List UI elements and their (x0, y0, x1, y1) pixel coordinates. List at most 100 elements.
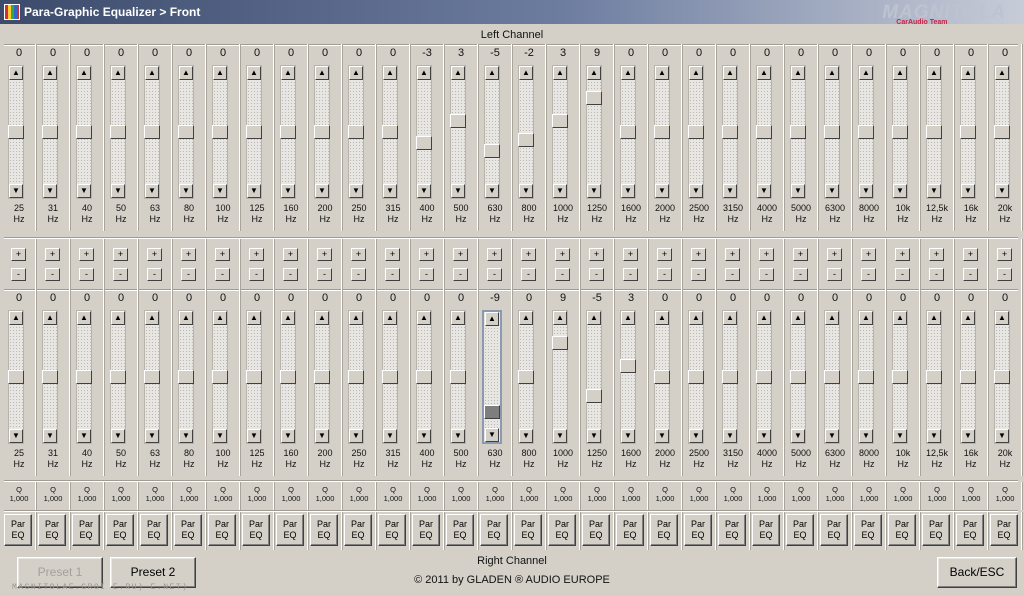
slider-up-arrow-icon[interactable]: ▲ (825, 311, 839, 325)
slider-down-arrow-icon[interactable]: ▼ (485, 184, 499, 198)
slider-up-arrow-icon[interactable]: ▲ (111, 311, 125, 325)
slider-up-arrow-icon[interactable]: ▲ (723, 311, 737, 325)
gain-slider[interactable]: ▲ ▼ (246, 65, 262, 199)
slider-up-arrow-icon[interactable]: ▲ (281, 311, 295, 325)
slider-thumb[interactable] (552, 113, 568, 128)
slider-down-arrow-icon[interactable]: ▼ (145, 429, 159, 443)
slider-down-arrow-icon[interactable]: ▼ (757, 429, 771, 443)
slider-thumb[interactable] (994, 370, 1010, 384)
gain-slider[interactable]: ▲ ▼ (178, 310, 194, 444)
slider-down-arrow-icon[interactable]: ▼ (587, 429, 601, 443)
gain-slider[interactable]: ▲ ▼ (552, 65, 568, 199)
slider-down-arrow-icon[interactable]: ▼ (281, 429, 295, 443)
slider-thumb[interactable] (450, 370, 466, 384)
plus-button[interactable]: + (963, 248, 978, 261)
gain-slider[interactable]: ▲ ▼ (8, 65, 24, 199)
plus-button[interactable]: + (113, 248, 128, 261)
slider-down-arrow-icon[interactable]: ▼ (791, 184, 805, 198)
plus-button[interactable]: + (691, 248, 706, 261)
gain-slider[interactable]: ▲ ▼ (994, 65, 1010, 199)
plus-button[interactable]: + (283, 248, 298, 261)
slider-thumb[interactable] (8, 370, 24, 384)
minus-button[interactable]: - (147, 268, 162, 281)
slider-down-arrow-icon[interactable]: ▼ (927, 429, 941, 443)
par-eq-button[interactable]: Par EQ (276, 514, 304, 546)
gain-slider[interactable]: ▲ ▼ (212, 65, 228, 199)
minus-button[interactable]: - (181, 268, 196, 281)
slider-up-arrow-icon[interactable]: ▲ (927, 66, 941, 80)
minus-button[interactable]: - (827, 268, 842, 281)
slider-thumb[interactable] (110, 125, 126, 139)
par-eq-button[interactable]: Par EQ (344, 514, 372, 546)
gain-slider[interactable]: ▲ ▼ (348, 65, 364, 199)
slider-up-arrow-icon[interactable]: ▲ (349, 66, 363, 80)
slider-up-arrow-icon[interactable]: ▲ (757, 311, 771, 325)
gain-slider[interactable]: ▲ ▼ (42, 65, 58, 199)
gain-slider[interactable]: ▲ ▼ (688, 65, 704, 199)
slider-down-arrow-icon[interactable]: ▼ (519, 184, 533, 198)
plus-button[interactable]: + (317, 248, 332, 261)
minus-button[interactable]: - (623, 268, 638, 281)
slider-thumb[interactable] (654, 370, 670, 384)
par-eq-button[interactable]: Par EQ (616, 514, 644, 546)
slider-up-arrow-icon[interactable]: ▲ (519, 311, 533, 325)
slider-up-arrow-icon[interactable]: ▲ (145, 311, 159, 325)
par-eq-button[interactable]: Par EQ (310, 514, 338, 546)
par-eq-button[interactable]: Par EQ (990, 514, 1018, 546)
plus-button[interactable]: + (623, 248, 638, 261)
plus-button[interactable]: + (147, 248, 162, 261)
gain-slider[interactable]: ▲ ▼ (280, 65, 296, 199)
minus-button[interactable]: - (793, 268, 808, 281)
gain-slider[interactable]: ▲ ▼ (824, 310, 840, 444)
slider-up-arrow-icon[interactable]: ▲ (485, 66, 499, 80)
slider-thumb[interactable] (518, 370, 534, 384)
plus-button[interactable]: + (521, 248, 536, 261)
gain-slider[interactable]: ▲ ▼ (348, 310, 364, 444)
slider-down-arrow-icon[interactable]: ▼ (383, 429, 397, 443)
slider-thumb[interactable] (654, 125, 670, 139)
plus-button[interactable]: + (487, 248, 502, 261)
slider-thumb[interactable] (144, 370, 160, 384)
slider-thumb[interactable] (722, 125, 738, 139)
minus-button[interactable]: - (215, 268, 230, 281)
gain-slider[interactable]: ▲ ▼ (450, 65, 466, 199)
slider-up-arrow-icon[interactable]: ▲ (961, 311, 975, 325)
slider-up-arrow-icon[interactable]: ▲ (213, 311, 227, 325)
slider-up-arrow-icon[interactable]: ▲ (9, 311, 23, 325)
slider-thumb[interactable] (42, 370, 58, 384)
slider-down-arrow-icon[interactable]: ▼ (689, 429, 703, 443)
par-eq-button[interactable]: Par EQ (480, 514, 508, 546)
par-eq-button[interactable]: Par EQ (378, 514, 406, 546)
slider-down-arrow-icon[interactable]: ▼ (179, 429, 193, 443)
gain-slider[interactable]: ▲ ▼ (8, 310, 24, 444)
gain-slider[interactable]: ▲ ▼ (892, 310, 908, 444)
par-eq-button[interactable]: Par EQ (582, 514, 610, 546)
slider-down-arrow-icon[interactable]: ▼ (349, 429, 363, 443)
slider-up-arrow-icon[interactable]: ▲ (77, 66, 91, 80)
slider-up-arrow-icon[interactable]: ▲ (383, 66, 397, 80)
slider-down-arrow-icon[interactable]: ▼ (893, 184, 907, 198)
plus-button[interactable]: + (385, 248, 400, 261)
par-eq-button[interactable]: Par EQ (514, 514, 542, 546)
slider-down-arrow-icon[interactable]: ▼ (553, 184, 567, 198)
slider-up-arrow-icon[interactable]: ▲ (995, 311, 1009, 325)
slider-thumb[interactable] (314, 370, 330, 384)
slider-down-arrow-icon[interactable]: ▼ (417, 429, 431, 443)
slider-down-arrow-icon[interactable]: ▼ (349, 184, 363, 198)
par-eq-button[interactable]: Par EQ (786, 514, 814, 546)
slider-down-arrow-icon[interactable]: ▼ (383, 184, 397, 198)
gain-slider[interactable]: ▲ ▼ (416, 310, 432, 444)
slider-down-arrow-icon[interactable]: ▼ (9, 429, 23, 443)
minus-button[interactable]: - (487, 268, 502, 281)
gain-slider[interactable]: ▲ ▼ (76, 65, 92, 199)
slider-down-arrow-icon[interactable]: ▼ (621, 184, 635, 198)
slider-down-arrow-icon[interactable]: ▼ (451, 429, 465, 443)
slider-up-arrow-icon[interactable]: ▲ (281, 66, 295, 80)
slider-thumb[interactable] (722, 370, 738, 384)
slider-down-arrow-icon[interactable]: ▼ (825, 429, 839, 443)
slider-thumb[interactable] (858, 370, 874, 384)
slider-thumb[interactable] (620, 125, 636, 139)
slider-up-arrow-icon[interactable]: ▲ (383, 311, 397, 325)
slider-up-arrow-icon[interactable]: ▲ (77, 311, 91, 325)
gain-slider[interactable]: ▲ ▼ (722, 310, 738, 444)
